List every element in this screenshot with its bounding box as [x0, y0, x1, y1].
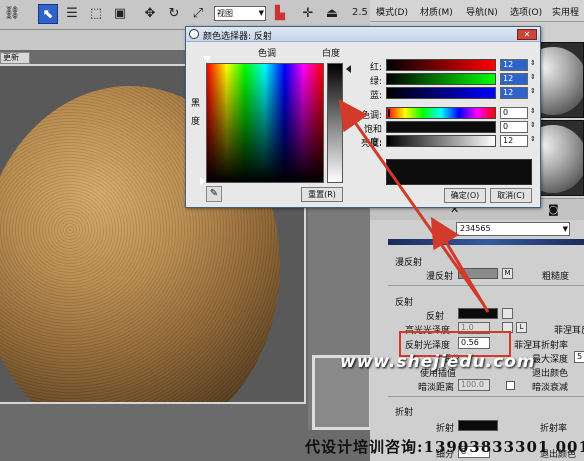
chevron-down-icon: ▼ — [562, 225, 568, 233]
roughness-label: 粗糙度 — [542, 272, 570, 282]
material-editor-menubar: 模式(D) 材质(M) 导航(N) 选项(O) 实用程 — [370, 0, 584, 22]
diffuse-map-button[interactable]: M — [502, 268, 513, 279]
snap-value: 2.5 — [352, 7, 368, 18]
spinner-icon[interactable]: ⇕ — [530, 121, 536, 129]
green-value[interactable]: 12 — [500, 73, 528, 85]
fresnel-label: 菲涅耳反 — [554, 326, 584, 336]
reset-button[interactable]: 重置(R) — [301, 187, 343, 202]
blue-label: 蓝: — [369, 91, 382, 101]
diffuse-color-swatch[interactable] — [458, 268, 498, 279]
dim-falloff-label: 暗淡衰减 — [532, 383, 569, 393]
watermark: www.shejiedu.com — [340, 352, 536, 372]
app-icon — [189, 29, 199, 39]
saturation-slider[interactable] — [386, 121, 496, 133]
whiteness-header: 白度 — [322, 49, 341, 59]
blackness-marker-icon[interactable] — [200, 177, 205, 185]
footer-contact: 代设计培训咨询:13903833301 00158 — [305, 438, 584, 456]
hue-blackness-field[interactable] — [206, 63, 324, 183]
exit-color-label: 退出颜色 — [532, 369, 569, 379]
spinner-icon[interactable]: ⇕ — [530, 107, 536, 115]
spinner-icon[interactable]: ⇕ — [530, 73, 536, 81]
dialog-titlebar[interactable]: 颜色选择器: 反射 ✕ — [186, 27, 540, 42]
max-depth-label: 最大深度 — [532, 355, 569, 365]
eyedropper-icon: ✎ — [209, 188, 219, 199]
menu-navigation[interactable]: 导航(N) — [466, 5, 498, 18]
select-by-name-icon[interactable]: ☰ — [62, 4, 82, 24]
material-name-row: ✎ 234565 ▼ — [372, 221, 584, 237]
color-selector-dialog: 颜色选择器: 反射 ✕ 色调 白度 黑度 ✎ 重置(R) 红: 12 ⇕ 绿: … — [185, 26, 541, 208]
reflect-map-button[interactable] — [502, 308, 513, 319]
red-value[interactable]: 12 — [500, 59, 528, 71]
max-depth-input[interactable]: 5 — [574, 351, 584, 363]
spinner-icon[interactable]: ⇕ — [530, 59, 536, 67]
divider — [388, 396, 584, 397]
hue-marker-icon[interactable] — [203, 56, 211, 62]
whiteness-marker-icon[interactable] — [346, 65, 351, 73]
chain-link-icon[interactable]: ⛓ — [2, 4, 22, 24]
dim-distance-label: 暗淡距离 — [418, 383, 455, 393]
hue-slider[interactable] — [386, 107, 496, 119]
diffuse-label: 漫反射 — [426, 272, 454, 282]
eyedropper-button[interactable]: ✎ — [206, 186, 222, 202]
fresnel-ior-label: 菲涅耳折射率 — [514, 341, 569, 351]
green-label: 绿: — [369, 77, 382, 87]
refract-ior-label: 折射率 — [540, 424, 568, 434]
red-slider[interactable] — [386, 59, 496, 71]
show-map-icon[interactable]: ◙ — [548, 203, 559, 216]
rollout-header — [388, 239, 584, 245]
value-value[interactable]: 12 — [500, 135, 528, 147]
hue-value[interactable]: 0 — [500, 107, 528, 119]
spinner-icon[interactable]: ⇕ — [530, 87, 536, 95]
blue-slider[interactable] — [386, 87, 496, 99]
keyboard-shortcut-icon[interactable]: ⏏ — [322, 4, 342, 24]
l-lock-button[interactable]: L — [516, 322, 527, 333]
green-slider[interactable] — [386, 73, 496, 85]
menu-mode[interactable]: 模式(D) — [376, 5, 408, 18]
viewport-tab[interactable]: 更新 — [0, 52, 30, 64]
move-icon[interactable]: ✥ — [140, 4, 160, 24]
refract-group-title: 折射 — [395, 408, 414, 418]
reflect-color-swatch[interactable] — [458, 308, 498, 319]
whiteness-bar[interactable] — [327, 63, 343, 183]
select-object-icon[interactable]: ⬉ — [38, 4, 58, 24]
menu-utilities[interactable]: 实用程 — [552, 5, 579, 18]
rotate-icon[interactable]: ↻ — [164, 4, 184, 24]
blue-value[interactable]: 12 — [500, 87, 528, 99]
dim-distance-input[interactable]: 100.0 — [458, 379, 490, 391]
divider — [388, 285, 584, 286]
scale-icon[interactable]: ⤢ — [188, 4, 208, 24]
ok-button[interactable]: 确定(O) — [444, 188, 486, 203]
window-crossing-icon[interactable]: ▣ — [110, 4, 130, 24]
spinner-icon[interactable]: ⇕ — [530, 135, 536, 143]
diffuse-group-title: 漫反射 — [395, 258, 423, 268]
dialog-title: 颜色选择器: 反射 — [203, 32, 272, 42]
reference-coord-select[interactable]: 视图 ▼ — [214, 6, 266, 21]
chevron-down-icon: ▼ — [258, 9, 264, 17]
close-button[interactable]: ✕ — [517, 29, 537, 40]
eyedropper-icon[interactable]: ✎ — [434, 222, 443, 235]
refract-label: 折射 — [436, 424, 455, 434]
refract-color-swatch[interactable] — [458, 420, 498, 431]
view-select-value: 视图 — [217, 9, 233, 18]
hue-label: 色调: — [360, 111, 382, 121]
viewport-header-strip — [0, 30, 186, 50]
color-preview — [386, 159, 532, 185]
value-slider[interactable] — [386, 135, 496, 147]
menu-material[interactable]: 材质(M) — [420, 5, 453, 18]
material-name-value: 234565 — [460, 224, 491, 233]
reflect-group-title: 反射 — [395, 298, 414, 308]
cancel-button[interactable]: 取消(C) — [490, 188, 532, 203]
rect-selection-icon[interactable]: ⬚ — [86, 4, 106, 24]
menu-options[interactable]: 选项(O) — [510, 5, 542, 18]
select-manipulate-icon[interactable]: ✛ — [298, 4, 318, 24]
dim-distance-checkbox[interactable] — [506, 381, 515, 390]
hue-header: 色调 — [258, 49, 277, 59]
saturation-value[interactable]: 0 — [500, 121, 528, 133]
blackness-label: 黑度 — [191, 99, 201, 127]
value-label: 亮度: — [360, 139, 382, 149]
red-label: 红: — [369, 63, 382, 73]
material-name-field[interactable]: 234565 ▼ — [456, 222, 570, 236]
pivot-icon[interactable]: ▙ — [270, 4, 290, 24]
reflect-label: 反射 — [426, 312, 445, 322]
